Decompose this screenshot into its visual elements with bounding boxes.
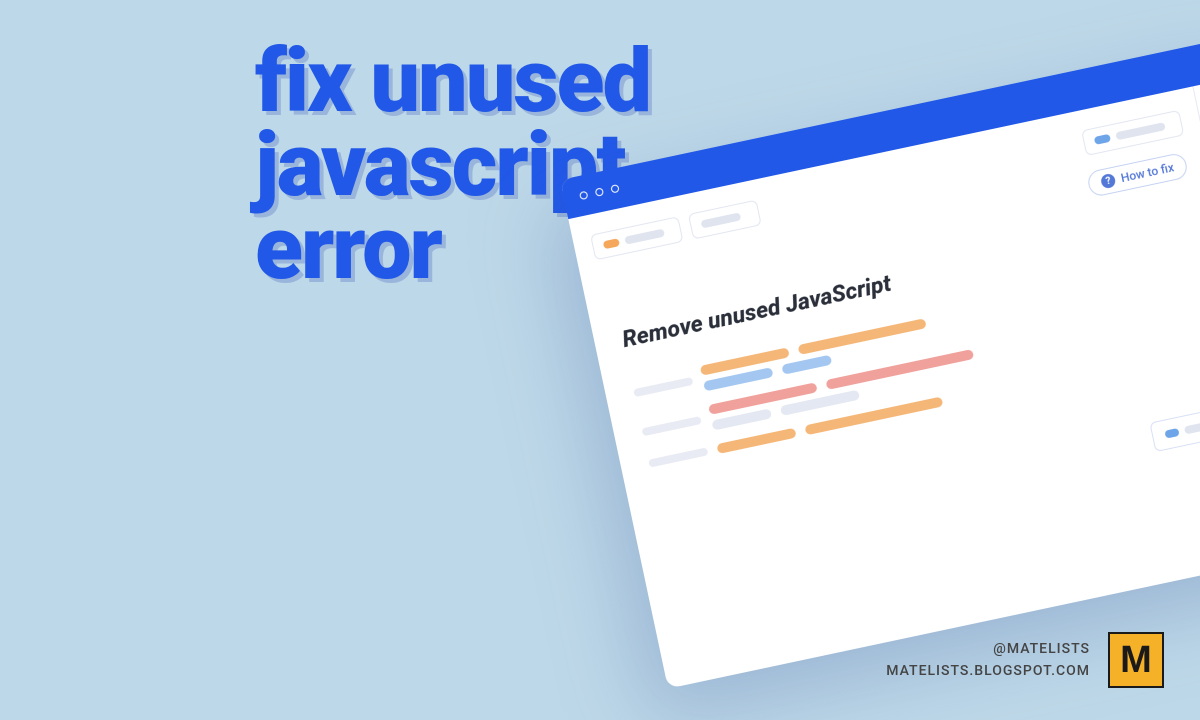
browser-window-illustration: How to fix Remove unused JavaScript [560, 30, 1200, 688]
skeleton-label [641, 416, 701, 436]
site-url: MATELISTS.BLOGSPOT.COM [886, 663, 1090, 679]
toolbar-box [590, 216, 683, 260]
skeleton-pill [1094, 134, 1111, 145]
window-frame: How to fix Remove unused JavaScript [560, 30, 1200, 688]
window-control-dot [610, 184, 619, 193]
credit-text: @MATELISTS MATELISTS.BLOGSPOT.COM [886, 641, 1090, 679]
footer-credit: @MATELISTS MATELISTS.BLOGSPOT.COM M [886, 632, 1164, 688]
usage-bar-segment [781, 355, 832, 375]
skeleton-label [633, 377, 693, 397]
window-control-dot [579, 191, 588, 200]
social-handle: @MATELISTS [993, 641, 1090, 657]
headline-line-1: fix unused [255, 40, 650, 124]
how-to-fix-label: How to fix [1120, 160, 1176, 185]
skeleton-bar [1184, 418, 1200, 435]
logo-badge: M [1108, 632, 1164, 688]
window-control-dot [595, 187, 604, 196]
skeleton-label [648, 447, 708, 467]
skeleton-pill [1164, 428, 1179, 439]
toolbar-box [1081, 110, 1184, 156]
toolbar-box [688, 200, 762, 240]
skeleton-bar [1115, 122, 1166, 140]
skeleton-bar [701, 212, 742, 228]
skeleton-pill [603, 238, 620, 249]
action-box [1149, 404, 1200, 452]
logo-letter: M [1120, 639, 1152, 682]
usage-bar-segment [716, 428, 796, 454]
skeleton-bar [624, 229, 665, 245]
how-to-fix-badge: How to fix [1086, 152, 1189, 198]
